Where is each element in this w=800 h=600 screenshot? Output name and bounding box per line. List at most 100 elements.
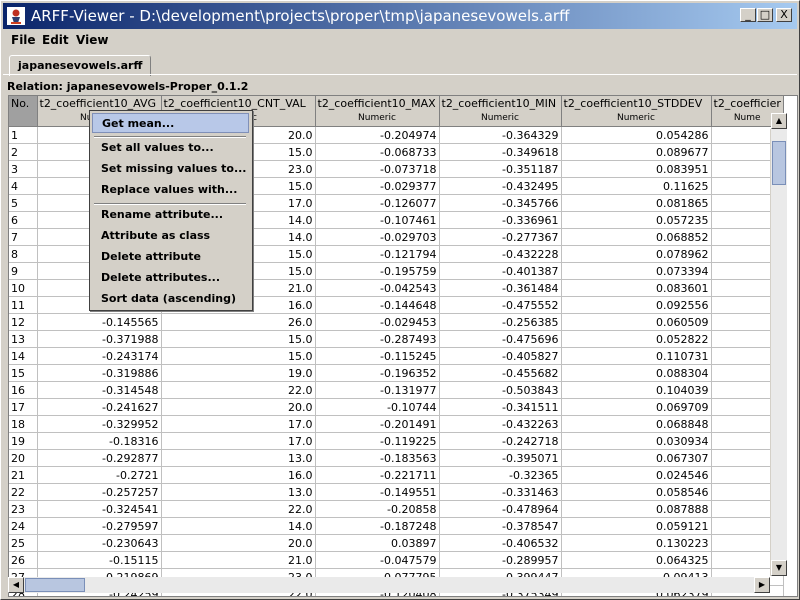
table-cell[interactable]: -0.131977 — [315, 381, 440, 399]
table-cell[interactable]: -0.195759 — [315, 262, 440, 280]
table-row[interactable]: 18 -0.329952 17.0 -0.201491 -0.432263 0.06884… — [9, 415, 784, 433]
table-cell[interactable]: -0.15115 — [37, 551, 162, 569]
table-row[interactable]: 12 -0.145565 26.0 -0.029453 -0.256385 0.06050… — [9, 313, 784, 331]
table-cell[interactable]: 15.0 — [161, 330, 316, 348]
menu-sort-data[interactable]: Sort data (ascending) — [92, 289, 249, 309]
table-cell[interactable]: 0.081865 — [561, 194, 712, 212]
table-cell[interactable]: 0.089677 — [561, 143, 712, 161]
horizontal-scrollbar[interactable]: ◀ ▶ — [8, 577, 770, 593]
table-cell[interactable]: 0.024546 — [561, 466, 712, 484]
table-cell[interactable]: -0.432263 — [439, 415, 562, 433]
table-cell[interactable]: -0.351187 — [439, 160, 562, 178]
table-cell[interactable]: -0.475552 — [439, 296, 562, 314]
close-button[interactable]: X — [776, 8, 792, 22]
minimize-button[interactable]: _ — [740, 8, 756, 22]
menu-file[interactable]: File — [11, 33, 36, 47]
column-header[interactable]: No. — [9, 96, 38, 127]
table-cell[interactable]: -0.319886 — [37, 364, 162, 382]
table-cell[interactable]: -0.241627 — [37, 398, 162, 416]
horizontal-scroll-thumb[interactable] — [25, 578, 85, 592]
table-row[interactable]: 14 -0.243174 15.0 -0.115245 -0.405827 0.11073… — [9, 347, 784, 365]
table-cell[interactable]: -0.10744 — [315, 398, 440, 416]
menu-delete-attributes[interactable]: Delete attributes... — [92, 268, 249, 288]
table-cell[interactable]: -0.503843 — [439, 381, 562, 399]
column-header[interactable]: t2_coefficient10_MIN Numeric — [439, 96, 562, 127]
table-cell[interactable]: 0.03897 — [315, 534, 440, 552]
table-cell[interactable]: 20.0 — [161, 398, 316, 416]
table-row[interactable]: 13 -0.371988 15.0 -0.287493 -0.475696 0.05282… — [9, 330, 784, 348]
table-row[interactable]: 26 -0.15115 21.0 -0.047579 -0.289957 0.064325 — [9, 551, 784, 569]
table-cell[interactable]: -0.32365 — [439, 466, 562, 484]
table-cell[interactable]: -0.221711 — [315, 466, 440, 484]
title-bar[interactable]: ARFF-Viewer - D:\development\projects\pr… — [3, 3, 797, 29]
table-cell[interactable]: -0.349618 — [439, 143, 562, 161]
table-cell[interactable]: 0.083951 — [561, 160, 712, 178]
table-row[interactable]: 20 -0.292877 13.0 -0.183563 -0.395071 0.06730… — [9, 449, 784, 467]
table-cell[interactable]: -0.242718 — [439, 432, 562, 450]
scroll-up-button[interactable]: ▲ — [771, 113, 787, 129]
table-cell[interactable]: -0.144648 — [315, 296, 440, 314]
table-cell[interactable]: -0.314548 — [37, 381, 162, 399]
table-cell[interactable]: 21.0 — [161, 551, 316, 569]
table-cell[interactable]: -0.279597 — [37, 517, 162, 535]
table-cell[interactable]: 17.0 — [161, 415, 316, 433]
table-cell[interactable]: -0.401387 — [439, 262, 562, 280]
table-cell[interactable]: -0.068733 — [315, 143, 440, 161]
table-row[interactable]: 15 -0.319886 19.0 -0.196352 -0.455682 0.08830… — [9, 364, 784, 382]
menu-rename-attribute[interactable]: Rename attribute... — [92, 205, 249, 225]
table-row[interactable]: 24 -0.279597 14.0 -0.187248 -0.378547 0.05912… — [9, 517, 784, 535]
table-cell[interactable]: 0.059121 — [561, 517, 712, 535]
table-cell[interactable]: 0.078962 — [561, 245, 712, 263]
table-cell[interactable]: -0.029377 — [315, 177, 440, 195]
menu-edit[interactable]: Edit — [42, 33, 69, 47]
table-cell[interactable]: -0.324541 — [37, 500, 162, 518]
vertical-scroll-thumb[interactable] — [772, 141, 786, 185]
table-cell[interactable]: -0.230643 — [37, 534, 162, 552]
table-cell[interactable]: 13.0 — [161, 483, 316, 501]
table-cell[interactable]: -0.119225 — [315, 432, 440, 450]
table-cell[interactable]: 16.0 — [161, 466, 316, 484]
table-row[interactable]: 19 -0.18316 17.0 -0.119225 -0.242718 0.030934 — [9, 432, 784, 450]
table-cell[interactable]: -0.073718 — [315, 160, 440, 178]
table-cell[interactable]: -0.149551 — [315, 483, 440, 501]
table-cell[interactable]: -0.115245 — [315, 347, 440, 365]
table-row[interactable]: 23 -0.324541 22.0 -0.20858 -0.478964 0.087888 — [9, 500, 784, 518]
table-cell[interactable]: -0.196352 — [315, 364, 440, 382]
table-cell[interactable]: 0.064325 — [561, 551, 712, 569]
table-cell[interactable]: 13.0 — [161, 449, 316, 467]
table-cell[interactable]: 0.087888 — [561, 500, 712, 518]
table-cell[interactable]: 19.0 — [161, 364, 316, 382]
table-cell[interactable]: -0.029453 — [315, 313, 440, 331]
table-cell[interactable]: -0.371988 — [37, 330, 162, 348]
maximize-button[interactable]: □ — [757, 8, 773, 22]
table-cell[interactable]: 26.0 — [161, 313, 316, 331]
menu-delete-attribute[interactable]: Delete attribute — [92, 247, 249, 267]
table-cell[interactable]: -0.329952 — [37, 415, 162, 433]
table-cell[interactable]: 0.092556 — [561, 296, 712, 314]
table-cell[interactable]: -0.287493 — [315, 330, 440, 348]
table-cell[interactable]: -0.201491 — [315, 415, 440, 433]
table-cell[interactable]: -0.432495 — [439, 177, 562, 195]
menu-attribute-as-class[interactable]: Attribute as class — [92, 226, 249, 246]
table-cell[interactable]: 14.0 — [161, 517, 316, 535]
table-cell[interactable]: 0.104039 — [561, 381, 712, 399]
table-cell[interactable]: -0.121794 — [315, 245, 440, 263]
column-header[interactable]: t2_coefficient10_MAX Numeric — [315, 96, 440, 127]
table-cell[interactable]: -0.029703 — [315, 228, 440, 246]
table-cell[interactable]: -0.455682 — [439, 364, 562, 382]
table-row[interactable]: 16 -0.314548 22.0 -0.131977 -0.503843 0.10403… — [9, 381, 784, 399]
scroll-right-button[interactable]: ▶ — [754, 577, 770, 593]
table-cell[interactable]: -0.361484 — [439, 279, 562, 297]
table-cell[interactable]: -0.378547 — [439, 517, 562, 535]
table-row[interactable]: 21 -0.2721 16.0 -0.221711 -0.32365 0.024546 — [9, 466, 784, 484]
table-cell[interactable]: -0.277367 — [439, 228, 562, 246]
table-cell[interactable]: 0.058546 — [561, 483, 712, 501]
table-cell[interactable]: -0.405827 — [439, 347, 562, 365]
table-cell[interactable]: -0.107461 — [315, 211, 440, 229]
table-cell[interactable]: -0.256385 — [439, 313, 562, 331]
menu-view[interactable]: View — [76, 33, 108, 47]
table-cell[interactable]: -0.18316 — [37, 432, 162, 450]
table-cell[interactable]: 0.030934 — [561, 432, 712, 450]
table-cell[interactable]: -0.292877 — [37, 449, 162, 467]
table-cell[interactable]: -0.257257 — [37, 483, 162, 501]
